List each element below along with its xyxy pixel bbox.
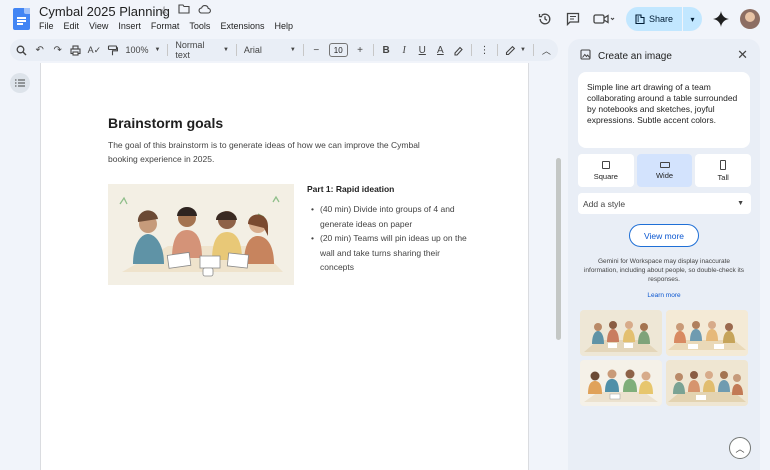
aspect-label: Wide <box>655 170 674 180</box>
learn-more-link[interactable]: Learn more <box>568 292 760 299</box>
agenda-list: (40 min) Divide into groups of 4 and gen… <box>311 202 471 275</box>
undo-icon[interactable]: ↶ <box>34 45 45 56</box>
close-icon[interactable]: ✕ <box>737 47 748 63</box>
style-dropdown[interactable]: Add a style ▼ <box>578 193 751 214</box>
list-item: (20 min) Teams will pin ideas up on the … <box>311 231 471 275</box>
document-intro: The goal of this brainstorm is to genera… <box>108 140 420 164</box>
font-size-input[interactable]: 10 <box>328 43 348 57</box>
editing-mode-select[interactable]: ▼ <box>505 45 526 56</box>
paragraph-style-value: Normal text <box>175 40 205 60</box>
zoom-select[interactable]: 100% ▼ <box>125 45 160 55</box>
toolbar-divider <box>497 44 498 56</box>
document-scrollbar[interactable] <box>556 158 561 340</box>
gemini-icon[interactable] <box>712 10 730 28</box>
toolbar-divider <box>532 44 534 56</box>
toolbar-divider <box>372 44 374 56</box>
star-icon[interactable]: ☆ <box>157 4 171 17</box>
aspect-label: Tall <box>717 172 729 182</box>
menu-extensions[interactable]: Extensions <box>220 21 264 31</box>
font-select[interactable]: Arial ▼ <box>244 45 296 55</box>
chevron-down-icon: ▼ <box>737 200 744 207</box>
aspect-ratio-selector: Square Wide Tall <box>578 154 752 187</box>
generated-image-3[interactable] <box>580 360 662 406</box>
pencil-icon <box>505 45 516 55</box>
document-outline-button[interactable] <box>10 73 30 93</box>
document-title[interactable]: Cymbal 2025 Planning <box>39 4 170 19</box>
part-1-title: Part 1: Rapid ideation <box>307 184 395 194</box>
scroll-up-button[interactable]: ︿ <box>729 437 751 459</box>
prompt-input[interactable]: Simple line art drawing of a team collab… <box>578 72 750 148</box>
text-color-icon[interactable]: A <box>435 45 446 56</box>
toolbar-divider <box>167 44 169 56</box>
menu-edit[interactable]: Edit <box>64 21 80 31</box>
cloud-saved-icon[interactable] <box>197 4 211 17</box>
square-icon <box>601 160 610 169</box>
move-folder-icon[interactable] <box>177 4 191 17</box>
formatting-toolbar: ↶ ↷ A✓ 100% ▼ Normal text ▼ Arial ▼ − 10 + … <box>10 39 558 61</box>
meet-icon[interactable] <box>592 10 616 28</box>
print-icon[interactable] <box>70 44 81 56</box>
font-value: Arial <box>243 45 262 55</box>
aspect-tall-button[interactable]: Tall <box>695 154 752 187</box>
google-docs-icon[interactable] <box>13 8 30 30</box>
generated-image-2[interactable] <box>666 310 748 356</box>
menu-view[interactable]: View <box>89 21 108 31</box>
redo-icon[interactable]: ↷ <box>52 45 63 56</box>
toolbar-divider <box>471 44 472 56</box>
menu-help[interactable]: Help <box>274 21 293 31</box>
comments-icon[interactable] <box>564 10 582 28</box>
increase-font-size-icon[interactable]: + <box>355 45 366 56</box>
paragraph-style-select[interactable]: Normal text ▼ <box>175 40 229 60</box>
style-placeholder: Add a style <box>583 198 626 209</box>
panel-title: Create an image <box>598 50 672 62</box>
generated-image-1[interactable] <box>580 310 662 356</box>
aspect-wide-button[interactable]: Wide <box>636 154 693 187</box>
share-main-button[interactable]: Share <box>626 7 682 31</box>
aspect-label: Square <box>593 171 618 181</box>
list-item: (40 min) Divide into groups of 4 and gen… <box>311 202 471 231</box>
paint-format-icon[interactable] <box>107 44 119 56</box>
collapse-menus-icon[interactable]: ︿ <box>541 44 552 57</box>
menu-insert[interactable]: Insert <box>118 21 141 31</box>
menu-file[interactable]: File <box>39 21 54 31</box>
zoom-value: 100% <box>125 45 149 55</box>
building-icon <box>635 14 645 24</box>
search-menus-icon[interactable] <box>16 45 27 56</box>
generated-image-4[interactable] <box>666 360 748 406</box>
share-label: Share <box>648 14 673 24</box>
version-history-icon[interactable] <box>536 10 554 28</box>
menu-tools[interactable]: Tools <box>189 21 210 31</box>
gemini-disclaimer: Gemini for Workspace may display inaccur… <box>583 258 745 283</box>
create-image-panel: Create an image ✕ Simple line art drawin… <box>568 39 760 470</box>
image-icon <box>580 49 591 63</box>
share-button[interactable]: Share ▾ <box>625 7 702 31</box>
tall-icon <box>720 159 727 170</box>
share-dropdown-button[interactable]: ▾ <box>682 7 702 31</box>
toolbar-divider <box>235 44 237 56</box>
highlight-icon[interactable] <box>453 45 464 56</box>
chevron-up-icon: ︿ <box>735 443 745 454</box>
bold-icon[interactable]: B <box>381 45 392 56</box>
aspect-square-button[interactable]: Square <box>578 154 634 187</box>
wide-icon <box>659 161 670 168</box>
team-collaboration-image[interactable] <box>108 184 294 285</box>
spellcheck-icon[interactable]: A✓ <box>88 45 102 56</box>
more-options-icon[interactable]: ⋮ <box>479 45 490 56</box>
outline-list-icon <box>15 79 25 87</box>
menu-bar: File Edit View Insert Format Tools Exten… <box>39 21 293 31</box>
document-page[interactable]: Brainstorm goals The goal of this brains… <box>40 63 529 470</box>
toolbar-divider <box>302 44 304 56</box>
view-more-button[interactable]: View more <box>629 224 699 247</box>
underline-icon[interactable]: U <box>417 45 428 56</box>
avatar[interactable] <box>740 9 760 29</box>
title-bar: Cymbal 2025 Planning ☆ File Edit View In… <box>0 0 770 38</box>
menu-format[interactable]: Format <box>151 21 180 31</box>
italic-icon[interactable]: I <box>399 45 410 56</box>
decrease-font-size-icon[interactable]: − <box>311 45 322 56</box>
document-heading: Brainstorm goals <box>108 115 224 131</box>
